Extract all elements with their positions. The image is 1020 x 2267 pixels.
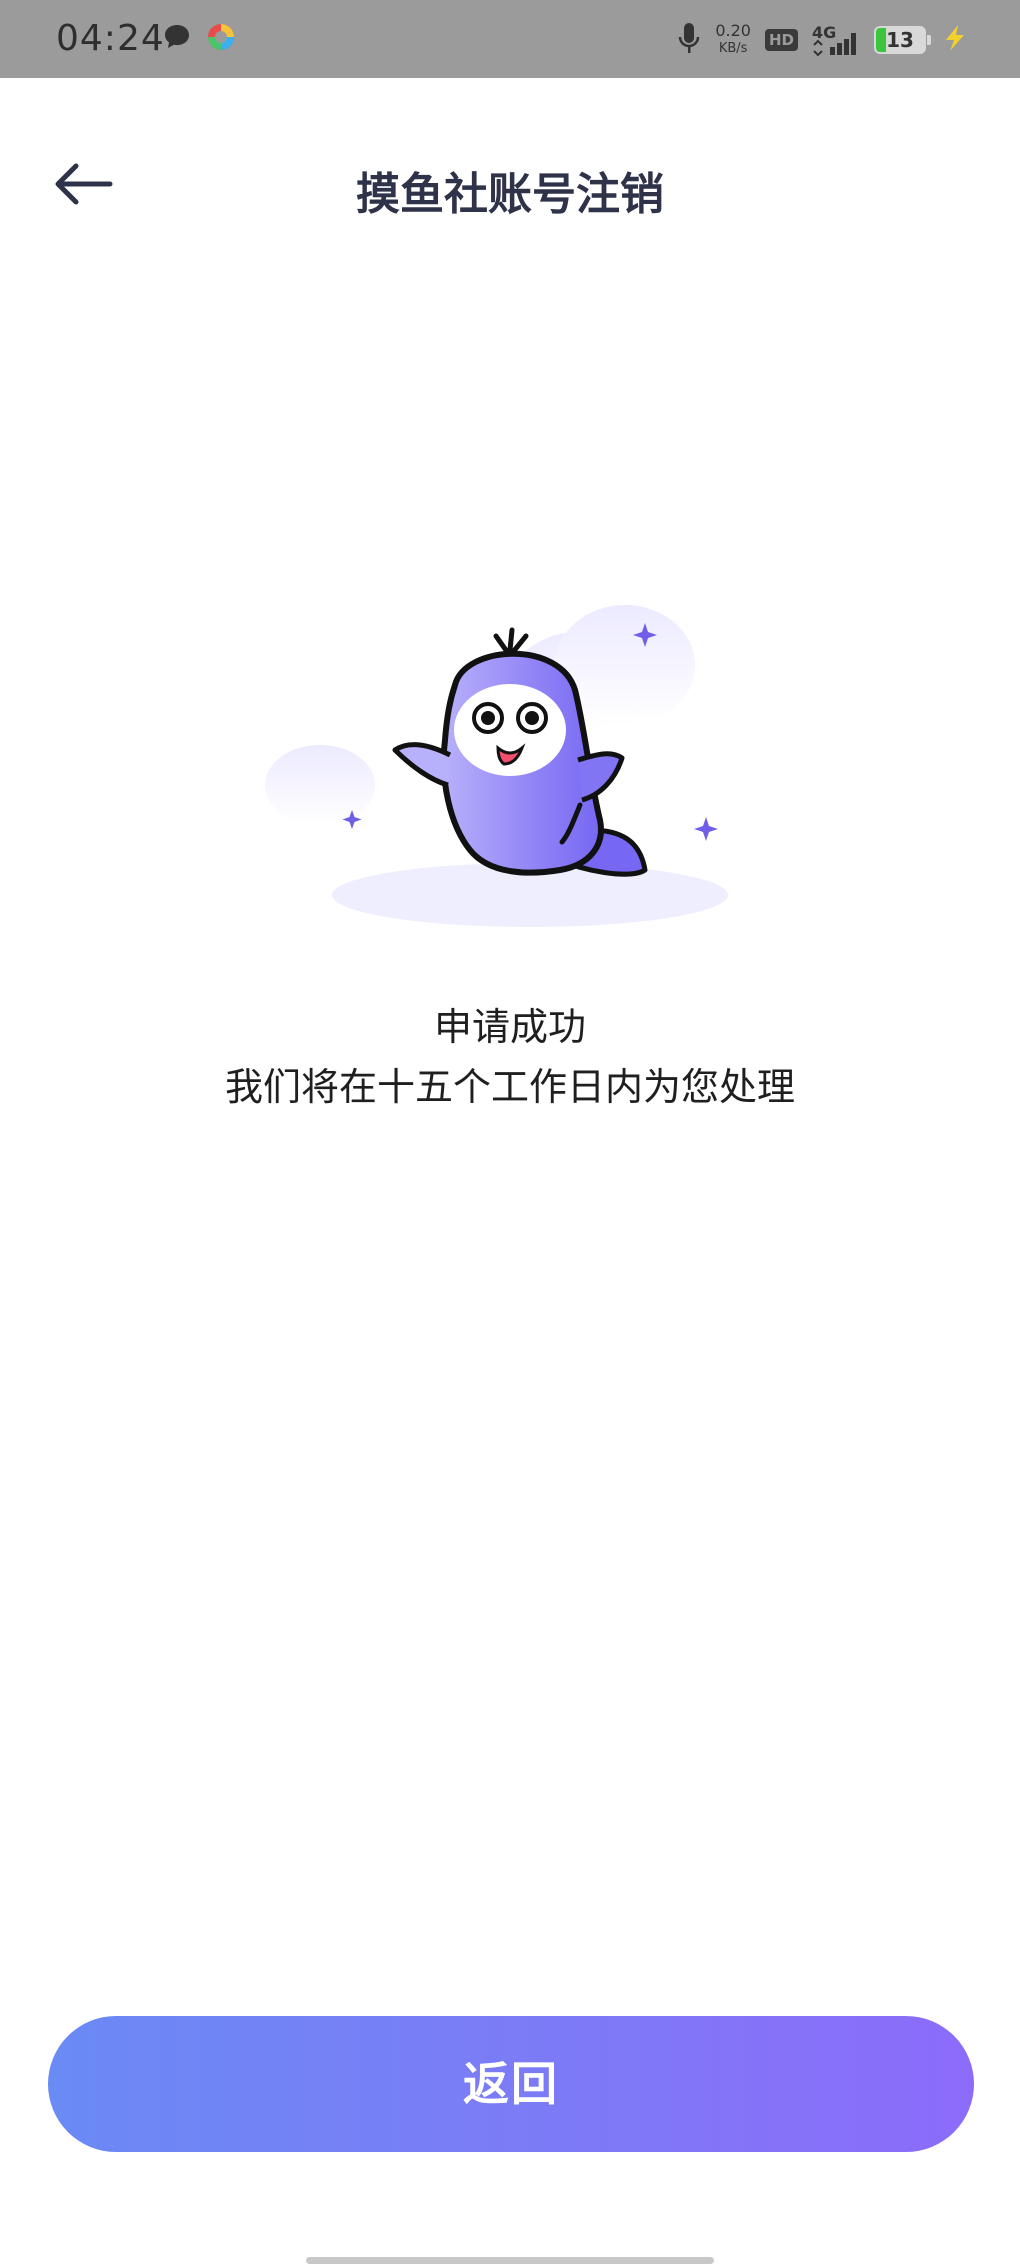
success-message: 申请成功 <box>433 1005 586 1049</box>
chat-notification-icon <box>162 22 192 56</box>
battery-level: 13 <box>886 28 914 52</box>
mascot-illustration <box>260 580 760 940</box>
cellular-signal: 4G <box>812 23 860 57</box>
network-speed-unit: KB/s <box>718 41 748 56</box>
network-speed-value: 0.20 <box>715 21 751 40</box>
app-notification-icon <box>206 22 236 56</box>
charging-icon <box>940 23 968 57</box>
page-title: 摸鱼社账号注销 <box>356 169 664 220</box>
network-speed: 0.20 KB/s <box>715 23 751 57</box>
microphone-icon <box>677 21 701 59</box>
processing-note: 我们将在十五个工作日内为您处理 <box>224 1065 795 1109</box>
status-indicators: 0.20 KB/s HD 4G 13 <box>677 18 968 62</box>
hd-badge: HD <box>764 29 798 51</box>
battery-icon: 13 <box>874 26 931 54</box>
home-indicator[interactable] <box>306 2257 714 2264</box>
signal-bars-icon <box>813 33 856 57</box>
status-bar: 04:24 0.20 KB/s HD 4G 13 <box>0 0 1020 78</box>
return-button[interactable]: 返回 <box>48 2016 974 2152</box>
status-time: 04:24 <box>56 18 165 59</box>
